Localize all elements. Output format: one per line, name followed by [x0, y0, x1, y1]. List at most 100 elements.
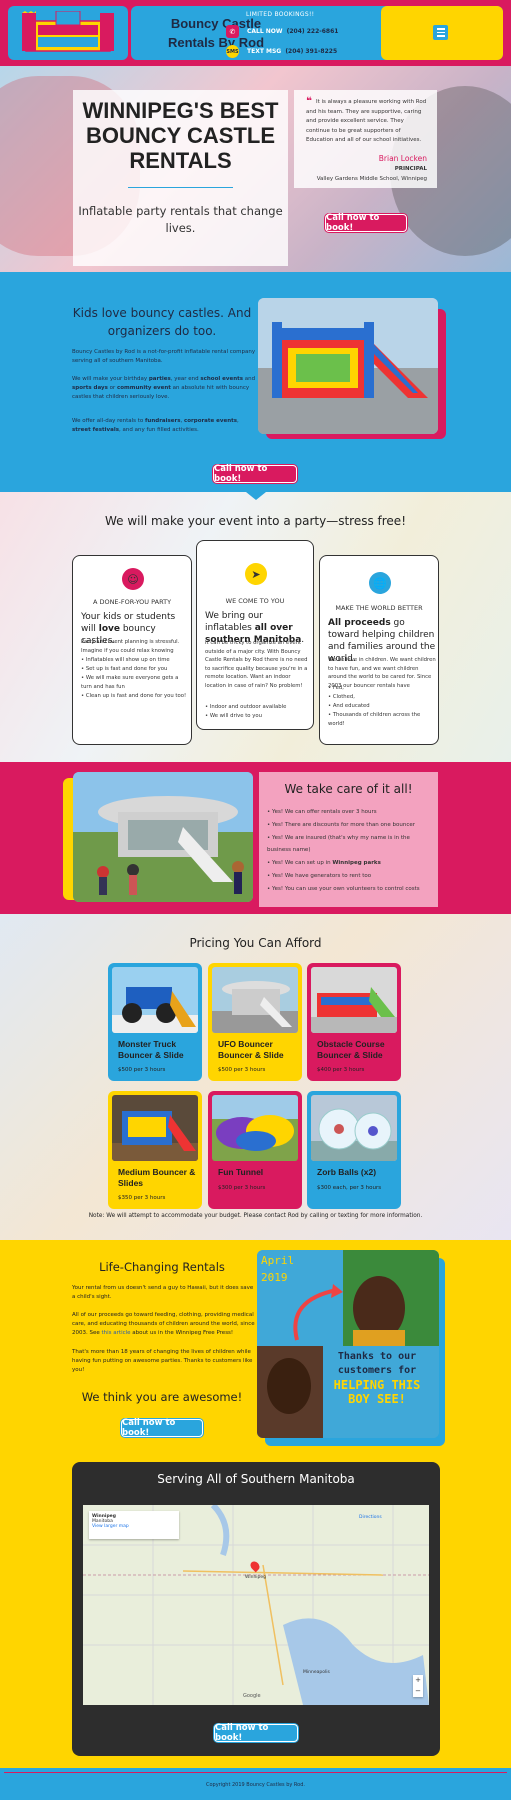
awesome-heading: We think you are awesome! — [81, 1390, 243, 1404]
ufo-bouncer-image — [73, 772, 253, 902]
hero-subtitle: Inflatable party rentals that change liv… — [78, 204, 283, 235]
product-photo — [112, 1095, 198, 1161]
list-item: We will make sure everyone gets a turn a… — [81, 674, 187, 692]
hamburger-menu-icon[interactable] — [433, 25, 448, 40]
price-card-obstacle[interactable]: Obstacle Course Bouncer & Slide $400 per… — [307, 963, 401, 1081]
google-logo: Google — [243, 1693, 261, 1699]
phone-icon: ✆ — [226, 25, 239, 38]
article-link[interactable]: this article — [102, 1330, 131, 1336]
pricing-section: Pricing You Can Afford Monster Truck Bou… — [0, 914, 511, 1240]
list-item: Yes! We are insured (that's why my name … — [267, 832, 435, 858]
embedded-map[interactable]: Winnipeg Manitoba View larger map Direct… — [83, 1505, 429, 1705]
service-area-title: Serving All of Southern Manitoba — [157, 1472, 355, 1486]
take-care-section: We take care of it all! Yes! We can offe… — [0, 762, 511, 914]
product-name: UFO Bouncer Bouncer & Slide — [218, 1039, 284, 1060]
list-item: Yes! There are discounts for more than o… — [267, 819, 435, 832]
castle-logo-icon — [22, 11, 114, 52]
divider — [128, 187, 233, 188]
image-caption: Thanks to our customers for HELPING THIS… — [333, 1351, 421, 1406]
footer-copyright: Copyright 2019 Bouncy Castles by Rod. — [4, 1772, 507, 1796]
life-paragraph-3: That's more than 18 years of changing th… — [72, 1349, 253, 1373]
kids-paragraph-1: Bouncy Castles by Rod is a not-for-profi… — [72, 349, 256, 364]
booking-notice: LIMITED BOOKINGS!! — [246, 11, 315, 18]
hero-title: WINNIPEG'S BEST BOUNCY CASTLE RENTALS — [82, 98, 279, 173]
life-title: Life-Changing Rentals — [99, 1260, 225, 1274]
sms-icon: SMS — [226, 45, 239, 58]
site-footer: Copyright 2019 Bouncy Castles by Rod. — [0, 1768, 511, 1800]
product-price: $400 per 3 hours — [317, 1067, 365, 1073]
list-item: Clothed, — [328, 693, 436, 702]
testimonial-role: PRINCIPAL — [394, 166, 427, 172]
testimonial-name: Brian Locken — [378, 154, 427, 163]
product-name: Fun Tunnel — [218, 1167, 264, 1177]
text-phone[interactable]: (204) 391-8225 — [285, 48, 337, 55]
service-area-card: Serving All of Southern Manitoba Winnipe… — [72, 1462, 440, 1756]
price-card-fun-tunnel[interactable]: Fun Tunnel $300 per 3 hours — [208, 1091, 302, 1209]
list-item: Yes! We can set up in Winnipeg parks — [267, 857, 435, 870]
list-item: Set up is fast and done for you — [81, 665, 187, 674]
kids-paragraph-3: We offer all-day rentals to fundraisers,… — [72, 418, 239, 433]
price-card-medium[interactable]: Medium Bouncer & Slides $350 per 3 hours — [108, 1091, 202, 1209]
feature-eyebrow: MAKE THE WORLD BETTER — [335, 604, 423, 612]
list-item: Fed, — [328, 684, 436, 693]
product-price: $500 per 3 hours — [118, 1067, 166, 1073]
feature-body: It can be tricky to organize an event ou… — [205, 640, 308, 689]
product-price: $300 each, per 3 hours — [317, 1185, 382, 1191]
text-msg-link[interactable]: SMS TEXT MSG (204) 391-8225 — [226, 45, 337, 58]
price-card-monster-truck[interactable]: Monster Truck Bouncer & Slide $500 per 3… — [108, 963, 202, 1081]
take-care-list: Yes! We can offer rentals over 3 hours Y… — [267, 806, 435, 896]
pricing-title: Pricing You Can Afford — [189, 936, 322, 950]
product-photo — [311, 1095, 397, 1161]
price-card-ufo[interactable]: UFO Bouncer Bouncer & Slide $500 per 3 h… — [208, 963, 302, 1081]
ufo-bouncer-photo — [73, 772, 253, 902]
hero-cta-button[interactable]: Call now to book! — [325, 213, 407, 233]
feature-card-we-come-to-you: ➤ WE COME TO YOU We bring our inflatable… — [196, 540, 314, 730]
kids-cta-button[interactable]: Call now to book! — [213, 464, 297, 484]
list-item: Thousands of children across the world! — [328, 711, 436, 729]
logo[interactable] — [8, 6, 128, 60]
bouncy-castle-photo — [258, 298, 438, 434]
feature-list: Inflatables will show up on time Set up … — [81, 656, 187, 701]
feature-eyebrow: A DONE-FOR-YOU PARTY — [92, 598, 172, 606]
bouncy-castle-image — [258, 298, 438, 434]
section-pointer — [246, 492, 266, 500]
list-item: Indoor and outdoor available — [205, 703, 309, 712]
features-section: We will make your event into a party—str… — [0, 492, 511, 762]
call-phone[interactable]: (204) 222-6861 — [287, 28, 339, 35]
feature-body: Party and event planning is stressful. I… — [81, 639, 180, 654]
list-item: Yes! You can use your own volunteers to … — [267, 883, 435, 896]
product-photo — [212, 1095, 298, 1161]
life-changing-section: Life-Changing Rentals Your rental from u… — [0, 1240, 511, 1768]
testimonial-school: Valley Gardens Middle School, Winnipeg — [316, 176, 427, 182]
call-now-link[interactable]: ✆ CALL NOW (204) 222-6861 — [226, 25, 338, 38]
list-item: And educated — [328, 702, 436, 711]
product-name: Obstacle Course Bouncer & Slide — [317, 1039, 385, 1060]
view-larger-map-link[interactable]: View larger map — [92, 1524, 176, 1529]
kids-love-section: Kids love bouncy castles. And organizers… — [0, 272, 511, 492]
testimonial-text: It is always a pleasure working with Rod… — [306, 99, 427, 143]
feature-card-make-world-better: 🌐 MAKE THE WORLD BETTER All proceeds go … — [319, 555, 439, 745]
product-name: Monster Truck Bouncer & Slide — [118, 1039, 184, 1060]
helping-boy-image: April 2019 Thanks to our customers for H… — [257, 1250, 439, 1438]
feature-card-done-for-you: ☺ A DONE-FOR-YOU PARTY Your kids or stud… — [72, 555, 192, 745]
directions-link[interactable]: Directions — [359, 1515, 382, 1520]
product-photo — [212, 967, 298, 1033]
kids-paragraph-2: We will make your birthday parties, year… — [72, 376, 256, 400]
take-care-box: We take care of it all! Yes! We can offe… — [259, 772, 438, 907]
take-care-title: We take care of it all! — [284, 782, 413, 796]
map-pin-label: Winnipeg — [245, 1575, 267, 1580]
map-info-box: Winnipeg Manitoba View larger map — [89, 1511, 179, 1539]
life-cta-button[interactable]: Call now to book! — [121, 1418, 203, 1438]
feature-list: Fed, Clothed, And educated Thousands of … — [328, 684, 436, 729]
life-paragraph-1: Your rental from us doesn't send a guy t… — [72, 1285, 254, 1300]
product-photo — [311, 967, 397, 1033]
zoom-control[interactable]: + − — [413, 1675, 423, 1697]
price-card-zorb[interactable]: Zorb Balls (x2) $300 each, per 3 hours — [307, 1091, 401, 1209]
map-cta-button[interactable]: Call now to book! — [214, 1723, 298, 1743]
globe-icon: 🌐 — [369, 572, 391, 594]
list-item: Clean up is fast and done for you too! — [81, 692, 187, 701]
product-price: $350 per 3 hours — [118, 1195, 166, 1201]
call-label: CALL NOW — [247, 28, 283, 35]
hero-section: WINNIPEG'S BEST BOUNCY CASTLE RENTALS In… — [0, 66, 511, 272]
list-item: Inflatables will show up on time — [81, 656, 187, 665]
